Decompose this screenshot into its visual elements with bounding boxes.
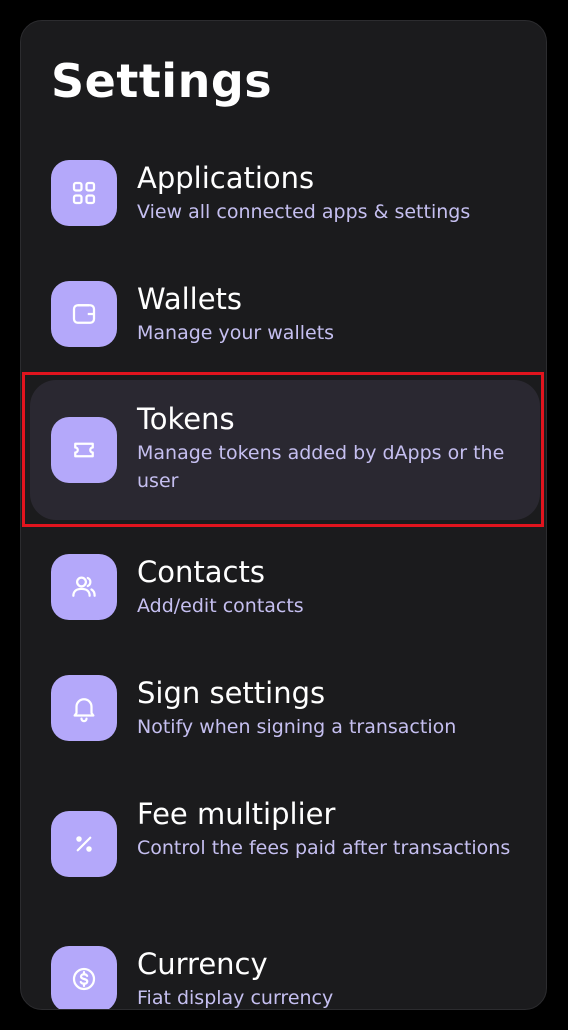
- bell-icon: [51, 675, 117, 741]
- settings-item-applications[interactable]: Applications View all connected apps & s…: [30, 149, 540, 249]
- item-title: Wallets: [137, 282, 243, 316]
- item-subtitle: Manage your wallets: [137, 322, 335, 344]
- grid-icon: [51, 160, 117, 226]
- users-icon: [51, 554, 117, 620]
- settings-item-contacts[interactable]: Contacts Add/edit contacts: [30, 543, 540, 643]
- settings-item-wallets[interactable]: Wallets Manage your wallets: [30, 270, 540, 370]
- settings-item-currency[interactable]: Currency Fiat display currency: [30, 935, 540, 1009]
- settings-item-sign-settings[interactable]: Sign settings Notify when signing a tran…: [30, 664, 540, 764]
- item-title: Applications: [137, 161, 315, 195]
- item-subtitle: Notify when signing a transaction: [137, 716, 457, 738]
- wallet-icon: [51, 281, 117, 347]
- dollar-coin-icon: [51, 946, 117, 1009]
- item-subtitle: Control the fees paid after transactions: [137, 837, 511, 859]
- ticket-icon: [51, 417, 117, 483]
- percent-icon: [51, 811, 117, 877]
- item-subtitle: Manage tokens added by dApps or the user: [137, 442, 505, 492]
- settings-item-tokens[interactable]: Tokens Manage tokens added by dApps or t…: [30, 380, 540, 520]
- item-subtitle: View all connected apps & settings: [137, 201, 471, 223]
- page-title: Settings: [51, 54, 273, 108]
- item-subtitle: Add/edit contacts: [137, 595, 304, 617]
- item-title: Tokens: [137, 402, 235, 436]
- item-title: Currency: [137, 947, 268, 981]
- settings-panel: Settings Applications View all connected…: [20, 20, 547, 1010]
- item-title: Sign settings: [137, 676, 326, 710]
- item-title: Contacts: [137, 555, 265, 589]
- item-subtitle: Fiat display currency: [137, 987, 334, 1009]
- settings-item-fee-multiplier[interactable]: Fee multiplier Control the fees paid aft…: [30, 785, 540, 915]
- item-title: Fee multiplier: [137, 797, 336, 831]
